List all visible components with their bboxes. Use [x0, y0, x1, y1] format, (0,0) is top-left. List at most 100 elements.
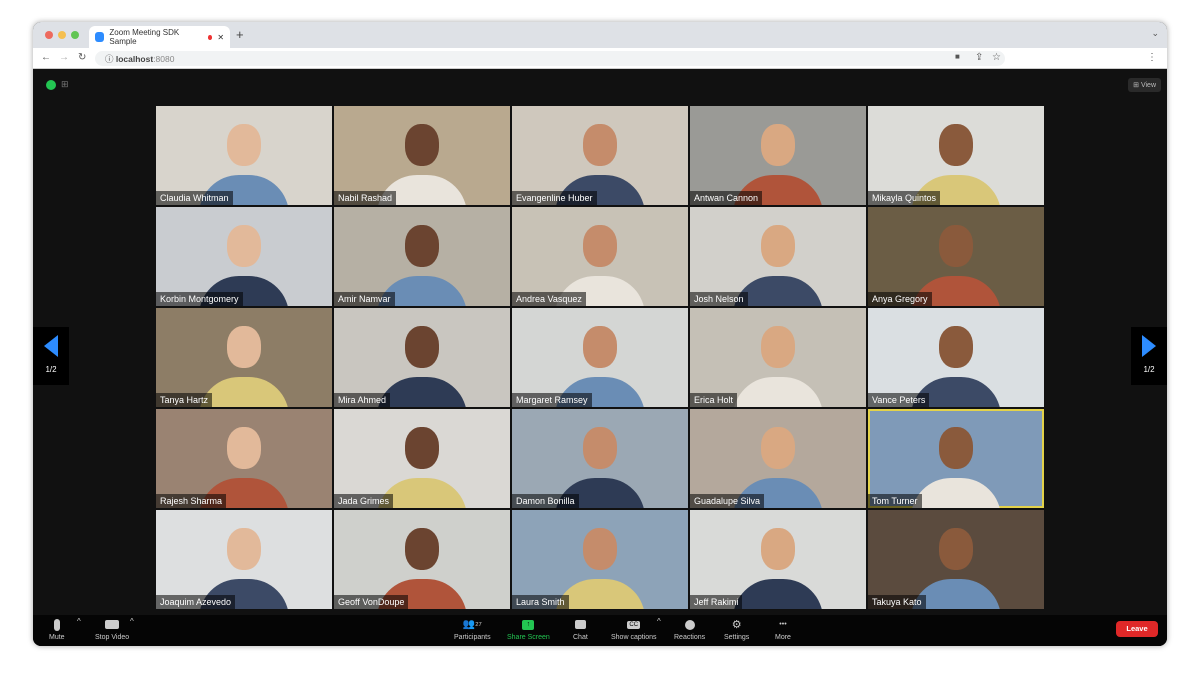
chevron-down-icon[interactable]: ⌄	[1151, 28, 1159, 39]
audio-options-chevron-icon[interactable]: ^	[77, 617, 81, 626]
participant-body	[199, 377, 289, 407]
participant-video-tile[interactable]: Nabil Rashad	[334, 106, 510, 205]
participant-video-tile[interactable]: Josh Nelson	[690, 207, 866, 306]
close-tab-icon[interactable]: ✕	[217, 33, 224, 42]
gear-icon: ⚙	[731, 619, 742, 631]
participant-video-tile[interactable]: Mikayla Quintos	[868, 106, 1044, 205]
participant-video-tile[interactable]: Tanya Hartz	[156, 308, 332, 407]
menu-icon[interactable]: ⋮	[1147, 52, 1157, 63]
participant-head	[583, 426, 617, 469]
share-icon[interactable]: ⇪	[975, 52, 983, 63]
participants-count: 27	[475, 621, 482, 628]
participant-video-tile[interactable]: Guadalupe Silva	[690, 409, 866, 508]
stop-video-label: Stop Video	[95, 634, 130, 641]
back-icon[interactable]: ←	[41, 52, 51, 63]
captions-icon: CC	[627, 620, 641, 629]
mute-button[interactable]: Mute	[49, 618, 65, 641]
participant-name: Andrea Vasquez	[512, 292, 586, 306]
participant-name: Evangenline Huber	[512, 191, 597, 205]
participant-body	[733, 579, 823, 609]
video-grid: Claudia Whitman Nabil Rashad Evangenline H…	[156, 106, 1044, 609]
previous-page-button[interactable]: 1/2	[33, 327, 69, 385]
participant-video-tile[interactable]: Antwan Cannon	[690, 106, 866, 205]
participant-video-tile[interactable]: Damon Bonilla	[512, 409, 688, 508]
participant-video-tile[interactable]: Erica Holt	[690, 308, 866, 407]
grid-icon[interactable]: ⊞	[61, 79, 69, 90]
participant-head	[583, 224, 617, 267]
participant-video-tile[interactable]: Korbin Montgomery	[156, 207, 332, 306]
participant-head	[761, 325, 795, 368]
url-input[interactable]: ⓘ localhost:8080	[95, 51, 1005, 66]
url-port: :8080	[153, 54, 175, 64]
participant-video-tile[interactable]: Claudia Whitman	[156, 106, 332, 205]
participant-video-tile[interactable]: Tom Turner	[868, 409, 1044, 508]
page-indicator: 1/2	[1143, 365, 1155, 374]
video-options-chevron-icon[interactable]: ^	[130, 617, 134, 626]
participant-head	[761, 426, 795, 469]
participant-video-tile[interactable]: Geoff VonDoupe	[334, 510, 510, 609]
participant-video-tile[interactable]: Evangenline Huber	[512, 106, 688, 205]
new-tab-icon[interactable]: +	[236, 27, 244, 42]
captions-options-chevron-icon[interactable]: ^	[657, 617, 661, 626]
reactions-button[interactable]: Reactions	[674, 618, 705, 641]
participant-head	[939, 426, 973, 469]
participant-body	[911, 478, 1001, 508]
participant-video-tile[interactable]: Rajesh Sharma	[156, 409, 332, 508]
url-host: localhost	[115, 54, 154, 64]
arrow-right-icon	[1142, 335, 1156, 357]
participant-name: Margaret Ramsey	[512, 393, 592, 407]
maximize-window-button[interactable]	[71, 31, 79, 39]
participant-video-tile[interactable]: Joaquim Azevedo	[156, 510, 332, 609]
browser-tab[interactable]: Zoom Meeting SDK Sample ✕	[89, 26, 230, 48]
view-label: View	[1140, 82, 1156, 89]
participant-name: Joaquim Azevedo	[156, 595, 236, 609]
participant-video-tile[interactable]: Vance Peters	[868, 308, 1044, 407]
participant-head	[583, 527, 617, 570]
participant-name: Korbin Montgomery	[156, 292, 243, 306]
settings-button[interactable]: ⚙ Settings	[724, 618, 749, 641]
bookmark-star-icon[interactable]: ☆	[992, 52, 1001, 63]
participant-video-tile[interactable]: Laura Smith	[512, 510, 688, 609]
participant-video-tile[interactable]: Jada Grimes	[334, 409, 510, 508]
meeting-stage: ⊞ ⊞ View 1/2 1/2 Claudia Whitman Nabil Ra…	[33, 69, 1167, 615]
participant-name: Jada Grimes	[334, 494, 394, 508]
minimize-window-button[interactable]	[58, 31, 66, 39]
participant-head	[939, 325, 973, 368]
chat-button[interactable]: Chat	[573, 618, 588, 641]
participant-video-tile[interactable]: Margaret Ramsey	[512, 308, 688, 407]
participant-head	[227, 325, 261, 368]
participant-head	[583, 325, 617, 368]
meeting-toolbar: Mute ^ Stop Video ^ 👥 27 Participants ↑ Sha…	[33, 615, 1167, 646]
participant-name: Erica Holt	[690, 393, 738, 407]
more-icon: •••	[779, 621, 787, 628]
participant-name: Claudia Whitman	[156, 191, 233, 205]
close-window-button[interactable]	[45, 31, 53, 39]
leave-button[interactable]: Leave	[1116, 621, 1158, 637]
participants-button[interactable]: 👥 27 Participants	[454, 618, 491, 641]
participant-video-tile[interactable]: Andrea Vasquez	[512, 207, 688, 306]
more-button[interactable]: ••• More	[775, 618, 791, 641]
forward-icon[interactable]: →	[59, 52, 69, 63]
participant-name: Jeff Rakimi	[690, 595, 743, 609]
page-indicator: 1/2	[45, 365, 57, 374]
participant-name: Tom Turner	[868, 494, 922, 508]
participant-video-tile[interactable]: Jeff Rakimi	[690, 510, 866, 609]
participant-video-tile[interactable]: Takuya Kato	[868, 510, 1044, 609]
camera-icon[interactable]: ■	[955, 52, 960, 61]
share-screen-button[interactable]: ↑ Share Screen	[507, 618, 550, 641]
show-captions-label: Show captions	[611, 634, 657, 641]
participant-head	[227, 426, 261, 469]
participant-video-tile[interactable]: Amir Namvar	[334, 207, 510, 306]
participant-video-tile[interactable]: Anya Gregory	[868, 207, 1044, 306]
view-button[interactable]: ⊞ View	[1128, 78, 1161, 92]
participant-head	[761, 527, 795, 570]
show-captions-button[interactable]: CC Show captions	[611, 618, 657, 641]
participant-name: Amir Namvar	[334, 292, 395, 306]
participant-head	[583, 123, 617, 166]
security-shield-icon[interactable]	[46, 80, 56, 90]
participant-video-tile[interactable]: Mira Ahmed	[334, 308, 510, 407]
stop-video-button[interactable]: Stop Video	[95, 618, 129, 641]
next-page-button[interactable]: 1/2	[1131, 327, 1167, 385]
info-icon: ⓘ	[105, 54, 116, 64]
reload-icon[interactable]: ↻	[78, 52, 86, 63]
